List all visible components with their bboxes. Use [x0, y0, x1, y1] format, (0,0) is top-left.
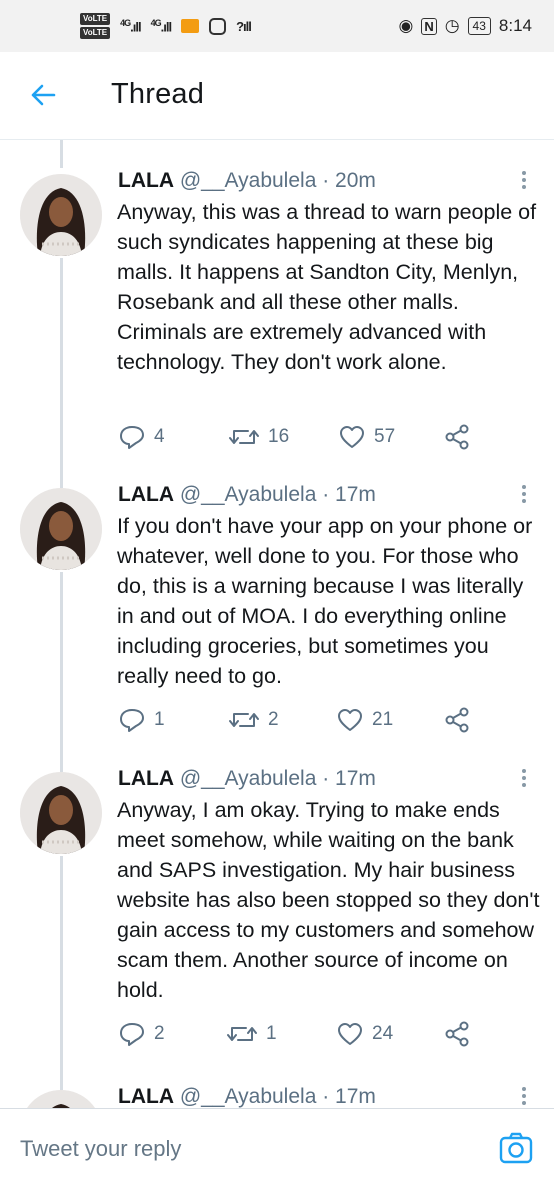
tweet[interactable]: LALA @__Ayabulela · 17m — [0, 1084, 554, 1108]
retweet-button[interactable]: 1 — [226, 1019, 277, 1049]
tweet-header: LALA @__Ayabulela · 17m — [118, 766, 376, 792]
retweet-icon — [227, 1027, 257, 1041]
reply-input[interactable] — [20, 1129, 440, 1169]
reply-icon — [120, 709, 144, 732]
clock: 8:14 — [498, 16, 532, 35]
tweet-header: LALA @__Ayabulela · 17m — [118, 1084, 376, 1108]
status-right: ◉ N ◷ 43 8:14 — [398, 16, 532, 36]
display-name[interactable]: LALA — [118, 483, 174, 506]
avatar[interactable] — [20, 174, 102, 256]
volte-badge-1: VoLTE — [80, 13, 111, 25]
eye-icon: ◉ — [398, 16, 414, 35]
wifi-signal-icon: ?ıll — [236, 18, 252, 34]
tweet-header: LALA @__Ayabulela · 17m — [118, 482, 376, 508]
handle[interactable]: @__Ayabulela — [180, 483, 317, 506]
retweet-button[interactable]: 2 — [228, 705, 279, 735]
handle[interactable]: @__Ayabulela — [180, 1085, 317, 1108]
handle[interactable]: @__Ayabulela — [180, 767, 317, 790]
display-name[interactable]: LALA — [118, 767, 174, 790]
reply-button[interactable]: 1 — [118, 705, 165, 735]
signal-2-icon: 4G.ıll — [150, 17, 172, 35]
header: Thread — [0, 52, 554, 140]
tweet[interactable]: LALA @__Ayabulela · 20m Anyway, this was… — [0, 168, 554, 482]
reply-bar — [0, 1108, 554, 1186]
instagram-icon — [209, 17, 227, 35]
display-name[interactable]: LALA — [118, 169, 174, 192]
signal-1-icon: 4G.ıll — [120, 17, 141, 35]
retweet-count: 2 — [268, 709, 279, 730]
thread-line — [60, 258, 63, 482]
like-icon — [340, 426, 364, 448]
more-icon[interactable] — [520, 482, 528, 508]
reply-button[interactable]: 2 — [118, 1019, 165, 1049]
battery-icon: 43 — [467, 17, 491, 35]
network-type-2: 4G — [150, 17, 162, 28]
tweet[interactable]: LALA @__Ayabulela · 17m Anyway, I am oka… — [0, 766, 554, 1084]
status-bar: VoLTE VoLTE 4G.ıll 4G.ıll ?ıll ◉ N ◷ 43 … — [0, 0, 554, 52]
tweet-text: Anyway, I am okay. Trying to make ends m… — [117, 798, 540, 1002]
more-icon[interactable] — [520, 1084, 528, 1108]
tweet-text: Anyway, this was a thread to warn people… — [117, 200, 537, 374]
share-icon — [445, 424, 469, 450]
retweet-icon — [229, 430, 259, 444]
reply-count: 1 — [154, 709, 165, 730]
avatar[interactable] — [20, 488, 102, 570]
retweet-icon — [229, 713, 259, 727]
retweet-count: 1 — [266, 1023, 277, 1044]
like-count: 21 — [372, 709, 394, 730]
page-title: Thread — [111, 78, 205, 110]
tweet-text: If you don't have your app on your phone… — [117, 514, 533, 688]
like-button[interactable]: 24 — [336, 1019, 393, 1049]
avatar[interactable] — [20, 1090, 102, 1108]
display-name[interactable]: LALA — [118, 1085, 174, 1108]
handle[interactable]: @__Ayabulela — [180, 169, 317, 192]
like-button[interactable]: 57 — [338, 422, 395, 452]
back-arrow-icon[interactable] — [30, 82, 56, 108]
status-left: VoLTE VoLTE 4G.ıll 4G.ıll ?ıll — [80, 13, 398, 39]
volte-badge-2: VoLTE — [80, 27, 111, 39]
share-icon — [445, 1021, 469, 1047]
thread-line — [60, 572, 63, 766]
like-count: 24 — [372, 1023, 394, 1044]
like-count: 57 — [374, 426, 396, 447]
like-icon — [338, 1023, 362, 1045]
thread-line — [60, 856, 63, 1084]
nfc-icon: N — [421, 17, 437, 35]
tweet-actions: 1 2 21 — [118, 705, 478, 735]
tweet[interactable]: LALA @__Ayabulela · 17m If you don't hav… — [0, 482, 554, 766]
volte-badges: VoLTE VoLTE — [80, 13, 111, 39]
reply-icon — [120, 1023, 144, 1046]
share-icon — [445, 707, 469, 733]
timestamp: · 17m — [322, 767, 376, 790]
reply-button[interactable]: 4 — [118, 422, 165, 452]
network-type-1: 4G — [120, 17, 131, 28]
notification-app-icon — [181, 19, 200, 33]
tweet-actions: 4 16 57 — [118, 422, 478, 452]
reply-icon — [120, 426, 144, 449]
camera-icon[interactable] — [498, 1130, 534, 1166]
share-button[interactable] — [444, 705, 470, 735]
avatar[interactable] — [20, 772, 102, 854]
retweet-count: 16 — [268, 426, 290, 447]
more-icon[interactable] — [520, 168, 528, 194]
like-icon — [338, 709, 362, 731]
more-icon[interactable] — [520, 766, 528, 792]
like-button[interactable]: 21 — [336, 705, 393, 735]
thread[interactable]: LALA @__Ayabulela · 20m Anyway, this was… — [0, 140, 554, 1108]
thread-line — [60, 140, 63, 168]
timestamp: · 20m — [322, 169, 376, 192]
reply-count: 4 — [154, 426, 165, 447]
reply-count: 2 — [154, 1023, 165, 1044]
alarm-icon: ◷ — [444, 16, 460, 35]
retweet-button[interactable]: 16 — [228, 422, 289, 452]
timestamp: · 17m — [322, 483, 376, 506]
timestamp: · 17m — [322, 1085, 376, 1108]
tweet-actions: 2 1 24 — [118, 1019, 478, 1049]
share-button[interactable] — [444, 1019, 470, 1049]
share-button[interactable] — [444, 422, 470, 452]
tweet-header: LALA @__Ayabulela · 20m — [118, 168, 376, 194]
